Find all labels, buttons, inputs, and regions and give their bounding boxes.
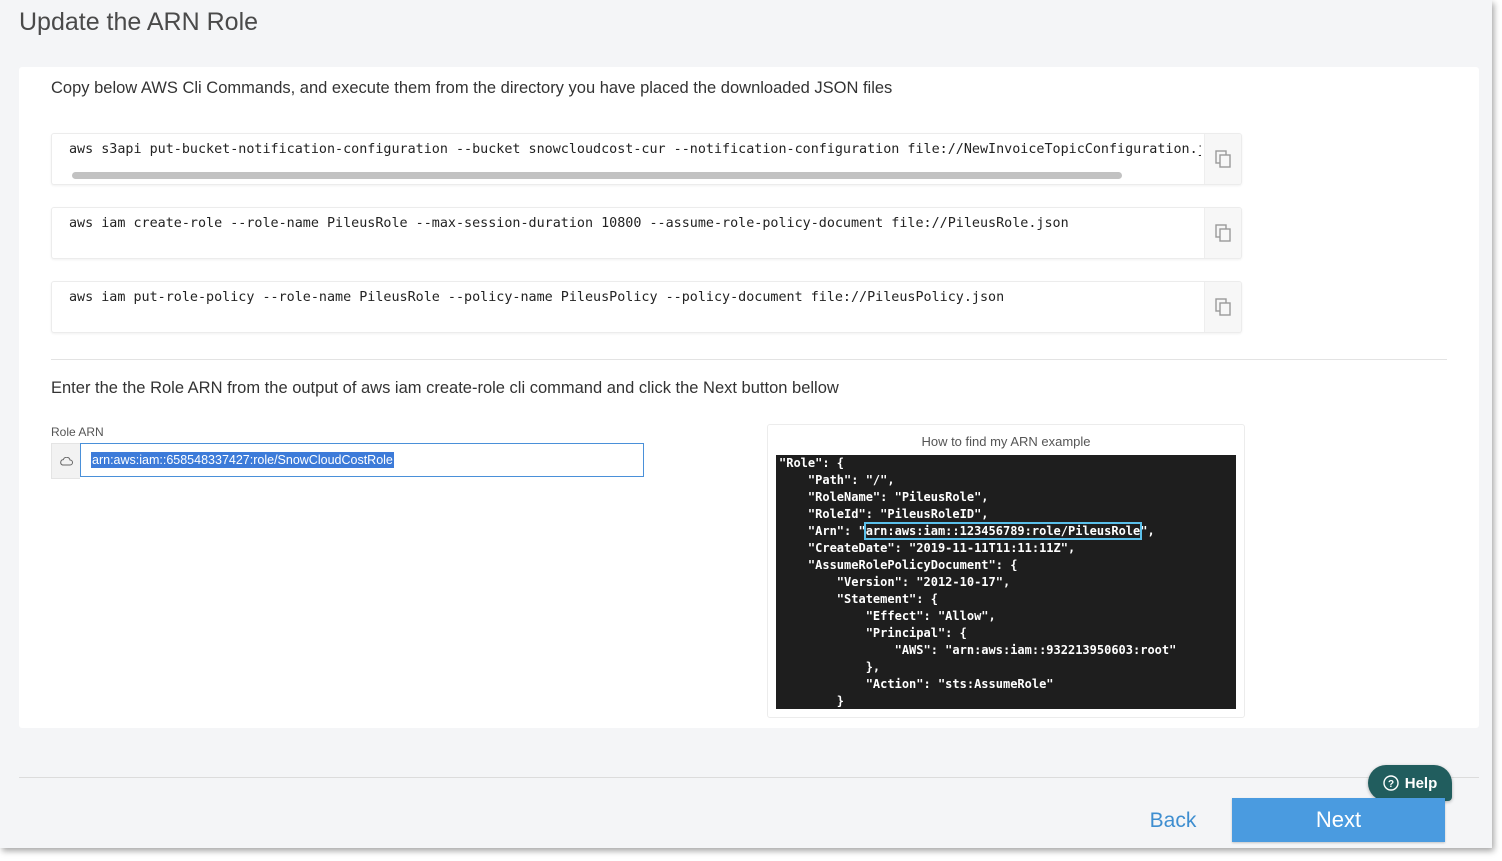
code-line: } [779,694,845,708]
code-line: }, [779,660,881,674]
code-line: "RoleName": "PileusRole", [779,490,989,504]
cloud-icon [60,456,73,465]
code-line: "AWS": "arn:aws:iam::932213950603:root" [779,643,1177,657]
arn-highlight: arn:aws:iam::123456789:role/PileusRole [863,522,1143,540]
code-line: "Principal": { [779,626,967,640]
copy-button[interactable] [1204,208,1241,258]
role-arn-input[interactable] [80,443,644,477]
role-arn-label: Role ARN [51,425,104,439]
copy-icon [1215,150,1231,168]
code-line: "Effect": "Allow", [779,609,996,623]
commands-instruction: Copy below AWS Cli Commands, and execute… [51,79,893,97]
code-line: "Role": { [779,456,845,470]
command-text[interactable]: aws s3api put-bucket-notification-config… [69,142,1201,157]
command-text[interactable]: aws iam put-role-policy --role-name Pile… [69,290,1201,305]
help-label: Help [1404,774,1438,792]
arn-instruction: Enter the the Role ARN from the output o… [51,379,839,397]
copy-icon [1215,224,1231,242]
code-line: "Action": "sts:AssumeRole" [779,677,1054,691]
horizontal-scrollbar[interactable] [72,172,1122,179]
command-box-2: aws iam create-role --role-name PileusRo… [51,207,1242,259]
code-line: "Path": "/", [779,473,895,487]
code-line: "AssumeRolePolicyDocument": { [779,558,1018,572]
section-divider [51,359,1447,360]
code-line: "Statement": { [779,592,938,606]
arn-example-panel: How to find my ARN example "Role": { "Pa… [767,424,1245,718]
example-title: How to find my ARN example [921,434,1091,449]
code-line: "Version": "2012-10-17", [779,575,1011,589]
code-line: "CreateDate": "2019-11-11T11:11:11Z", [779,541,1076,555]
page-title: Update the ARN Role [19,8,259,36]
footer-divider [19,777,1479,778]
copy-button[interactable] [1204,282,1241,332]
code-line: "RoleId": "PileusRoleID", [779,507,989,521]
main-card: Copy below AWS Cli Commands, and execute… [19,67,1479,728]
copy-icon [1215,298,1231,316]
svg-text:?: ? [1388,779,1394,790]
input-addon [51,443,80,479]
code-line-suffix: ", [1140,524,1155,538]
code-line-arn: "Arn": "arn:aws:iam::123456789:role/Pile… [779,522,1155,540]
app-window: Update the ARN Role Copy below AWS Cli C… [0,0,1492,848]
command-box-1: aws s3api put-bucket-notification-config… [51,133,1242,185]
back-button[interactable]: Back [1130,805,1216,837]
code-line-prefix: "Arn": " [779,524,866,538]
question-circle-icon: ? [1383,775,1399,791]
help-button[interactable]: ? Help [1368,765,1452,801]
command-box-3: aws iam put-role-policy --role-name Pile… [51,281,1242,333]
command-text[interactable]: aws iam create-role --role-name PileusRo… [69,216,1201,231]
copy-button[interactable] [1204,134,1241,184]
next-button[interactable]: Next [1232,798,1445,842]
arn-example-code: "Role": { "Path": "/", "RoleName": "Pile… [776,455,1236,709]
